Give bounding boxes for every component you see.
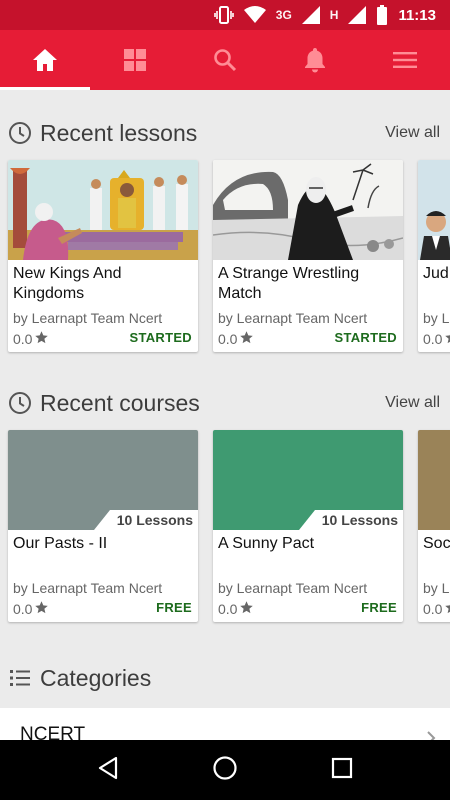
lesson-card[interactable]: Jud by L 0.0 [418, 160, 450, 352]
recents-icon [331, 757, 353, 784]
lesson-status-badge: STARTED [334, 330, 397, 345]
course-thumbnail: 10 Lessons [213, 430, 403, 530]
network-type-2: H [329, 8, 339, 22]
star-icon [444, 600, 450, 618]
course-price-badge: FREE [156, 600, 192, 615]
bell-icon [304, 47, 326, 73]
category-item[interactable]: NCERT [0, 708, 450, 740]
list-icon [8, 666, 32, 690]
course-author: by Learnapt Team Ncert [218, 580, 368, 596]
rating-value: 0.0 [423, 331, 443, 347]
star-icon [34, 600, 49, 618]
rating-value: 0.0 [423, 601, 443, 617]
rating-value: 0.0 [13, 601, 33, 617]
star-icon [239, 330, 254, 348]
recent-lessons-header: Recent lessons View all [0, 113, 450, 153]
clock-time: 11:13 [398, 6, 436, 24]
grid-icon [124, 49, 146, 71]
course-rating: 0.0 [423, 600, 450, 618]
lesson-card[interactable]: New Kings And Kingdoms by Learnapt Team … [8, 160, 198, 352]
wifi-icon [243, 6, 266, 24]
course-title: Our Pasts - II [13, 535, 108, 552]
rating-value: 0.0 [13, 331, 33, 347]
lesson-rating: 0.0 [423, 330, 450, 348]
lesson-thumbnail [213, 160, 403, 260]
back-icon [97, 756, 119, 785]
lesson-title: A Strange Wrestling Match [218, 265, 360, 302]
home-circle-icon [212, 755, 238, 786]
lesson-card[interactable]: A Strange Wrestling Match by Learnapt Te… [213, 160, 403, 352]
chevron-right-icon [426, 730, 436, 740]
tab-notifications[interactable] [270, 30, 360, 90]
view-all-courses-link[interactable]: View all [385, 394, 440, 412]
star-icon [239, 600, 254, 618]
course-rating: 0.0 [218, 600, 254, 618]
view-all-lessons-link[interactable]: View all [385, 124, 440, 142]
signal-icon [348, 6, 367, 24]
course-card[interactable]: 10 Lessons A Sunny Pact by Learnapt Team… [213, 430, 403, 622]
lesson-thumbnail [418, 160, 450, 260]
course-card[interactable]: Soc by L 0.0 [418, 430, 450, 622]
lesson-title: New Kings And Kingdoms [13, 265, 122, 302]
tab-browse[interactable] [90, 30, 180, 90]
star-icon [34, 330, 49, 348]
tab-search[interactable] [180, 30, 270, 90]
lesson-rating: 0.0 [218, 330, 254, 348]
course-thumbnail [418, 430, 450, 530]
lesson-author: by L [423, 310, 450, 326]
course-price-badge: FREE [361, 600, 397, 615]
signal-icon [301, 6, 320, 24]
home-icon [32, 48, 58, 72]
clock-icon [8, 121, 32, 145]
lesson-count-badge: 10 Lessons [299, 510, 403, 530]
course-card[interactable]: 10 Lessons Our Pasts - II by Learnapt Te… [8, 430, 198, 622]
tab-home[interactable] [0, 30, 90, 90]
lesson-rating: 0.0 [13, 330, 49, 348]
clock-icon [8, 391, 32, 415]
rating-value: 0.0 [218, 601, 238, 617]
home-feed[interactable]: Recent lessons View all New Kings And Ki… [0, 90, 450, 740]
lesson-author: by Learnapt Team Ncert [13, 310, 163, 326]
course-author: by Learnapt Team Ncert [13, 580, 163, 596]
search-icon [213, 48, 237, 72]
star-icon [444, 330, 450, 348]
section-title: Recent lessons [40, 119, 198, 146]
course-author: by L [423, 580, 450, 596]
course-title: A Sunny Pact [218, 535, 315, 552]
back-button[interactable] [83, 745, 133, 795]
recent-courses-header: Recent courses View all [0, 383, 450, 423]
lesson-author: by Learnapt Team Ncert [218, 310, 368, 326]
top-toolbar [0, 30, 450, 90]
network-type-1: 3G [275, 8, 292, 22]
categories-header: Categories [0, 658, 450, 698]
lesson-thumbnail [8, 160, 198, 260]
category-label: NCERT [20, 724, 86, 740]
recents-button[interactable] [317, 745, 367, 795]
battery-icon [376, 5, 388, 25]
lesson-count-badge: 10 Lessons [94, 510, 198, 530]
vibrate-icon [213, 6, 234, 24]
lesson-title: Jud [423, 265, 449, 282]
system-nav-bar [0, 740, 450, 800]
menu-icon [393, 51, 417, 69]
section-title: Recent courses [40, 389, 200, 416]
lesson-status-badge: STARTED [129, 330, 192, 345]
rating-value: 0.0 [218, 331, 238, 347]
course-rating: 0.0 [13, 600, 49, 618]
tab-menu[interactable] [360, 30, 450, 90]
course-title: Soc [423, 535, 450, 552]
course-thumbnail: 10 Lessons [8, 430, 198, 530]
status-bar: 3G H 11:13 [0, 0, 450, 30]
section-title: Categories [40, 664, 152, 691]
home-button[interactable] [200, 745, 250, 795]
